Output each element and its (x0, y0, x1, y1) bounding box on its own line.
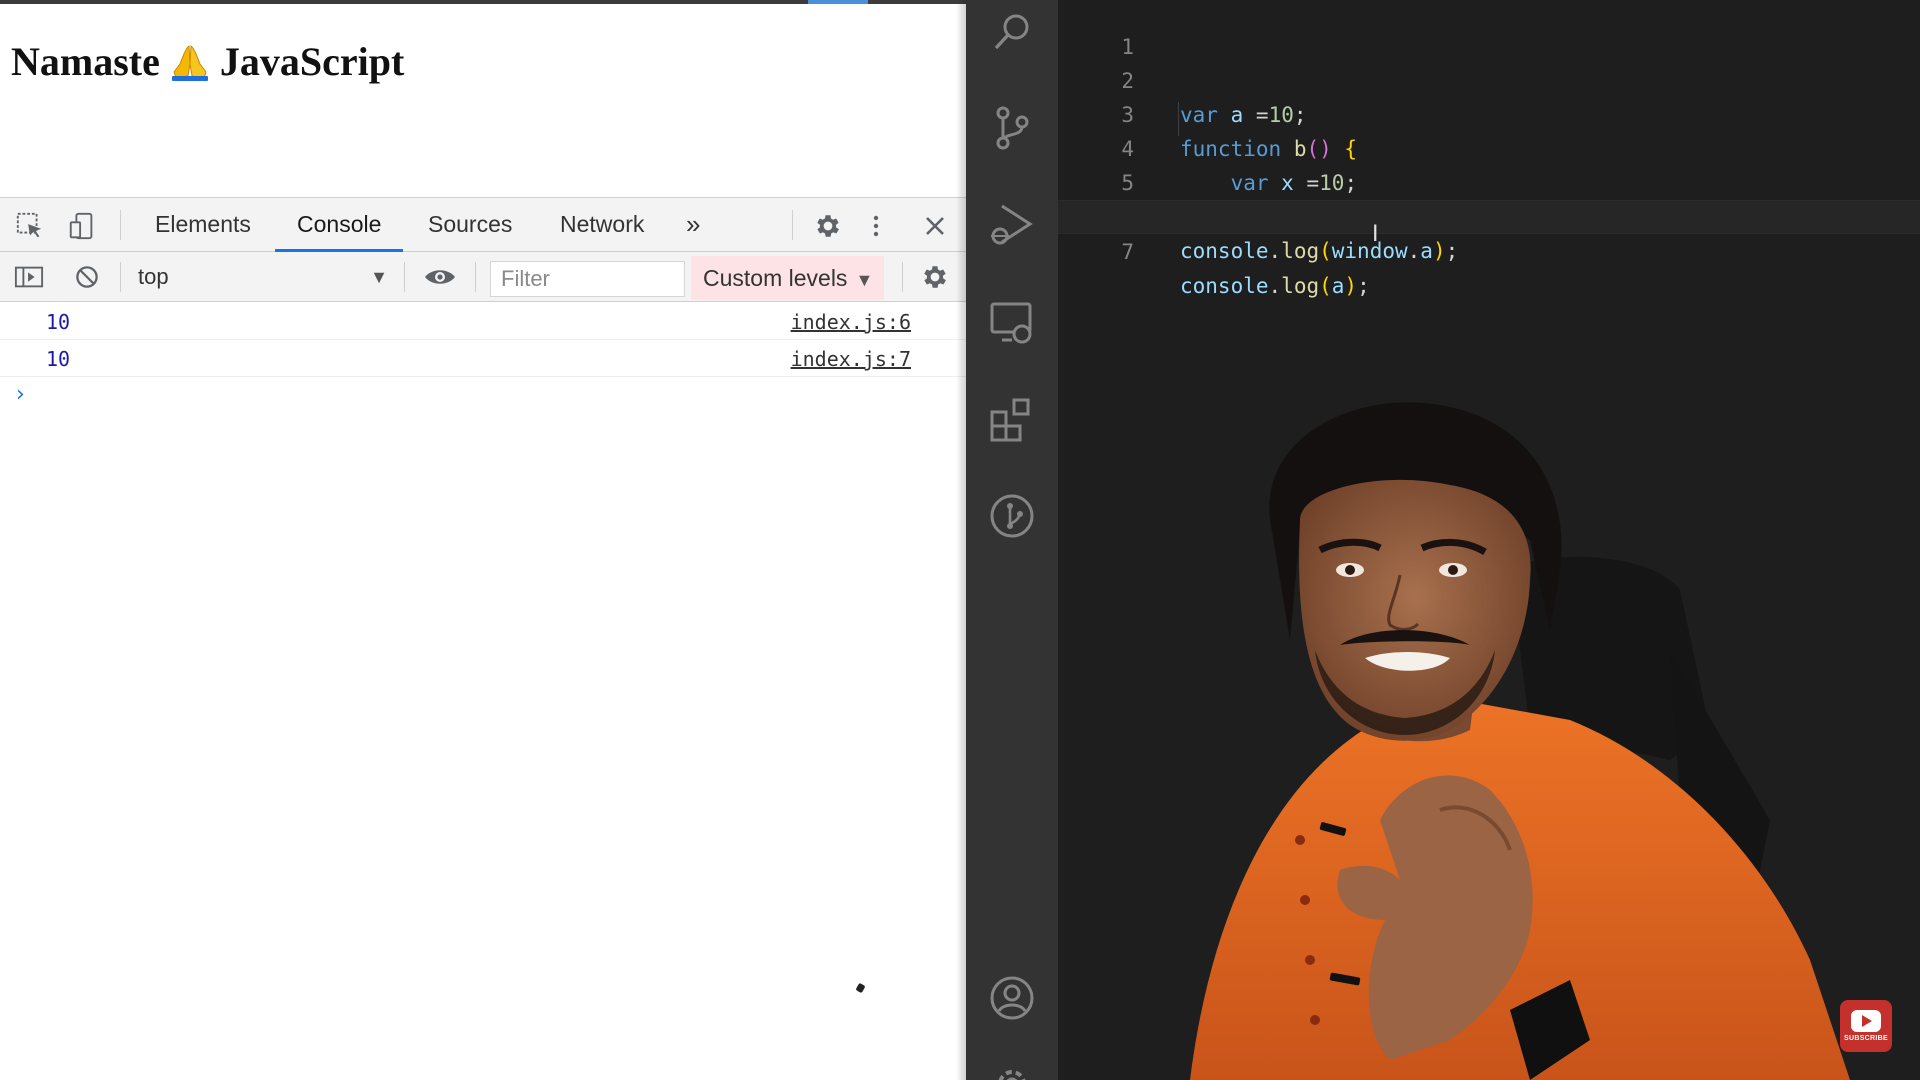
account-icon[interactable] (984, 970, 1040, 1026)
toolbar-divider (120, 262, 121, 292)
run-debug-icon[interactable] (984, 196, 1040, 252)
more-tabs-button[interactable]: » (664, 198, 722, 251)
code-line-4: 4 var x =10; (1058, 98, 1920, 195)
code-text: console.log(a); (1180, 274, 1370, 298)
console-message-source-link[interactable]: index.js:6 (791, 310, 911, 334)
browser-window: Namaste JavaScript Elements Console Sour… (0, 0, 966, 1080)
code-line-1: 1 (1058, 0, 1920, 59)
page-title-word-2: JavaScript (219, 39, 405, 85)
toolbar-divider (475, 262, 476, 292)
code-text: console.log(window.a); (1180, 239, 1459, 263)
device-toolbar-icon[interactable] (66, 210, 98, 242)
line-number: 7 (1121, 240, 1134, 264)
live-expression-eye-icon[interactable] (420, 260, 460, 294)
gitlens-icon[interactable] (984, 488, 1040, 544)
code-line-5: 5 } (1058, 132, 1920, 229)
presenter-webcam-image (1190, 402, 1850, 1080)
console-message-value: 10 (46, 347, 71, 371)
sidebar-toggle-icon[interactable] (12, 260, 46, 294)
console-settings-gear-icon[interactable] (918, 260, 952, 294)
caret-down-icon: ▼ (855, 270, 874, 290)
close-devtools-icon[interactable] (920, 211, 950, 241)
browser-tab-indicator (808, 0, 868, 4)
remote-explorer-icon[interactable] (984, 294, 1040, 350)
kebab-menu-icon[interactable] (866, 209, 886, 243)
screen: Namaste JavaScript Elements Console Sour… (0, 0, 1920, 1080)
tab-network[interactable]: Network (538, 198, 666, 251)
youtube-play-icon (1851, 1010, 1881, 1032)
code-line-7: 7 console.log(a); (1058, 200, 1920, 298)
javascript-context-select[interactable]: top ▼ (122, 260, 394, 294)
toolbar-divider (902, 262, 903, 292)
console-message-source-link[interactable]: index.js:7 (791, 347, 911, 371)
window-edge-shadow (956, 0, 966, 1080)
console-message: 10 index.js:7 (0, 340, 966, 377)
tab-console[interactable]: Console (275, 198, 404, 252)
clear-console-icon[interactable] (70, 260, 104, 294)
console-toolbar: top ▼ Custom levels ▼ (0, 252, 966, 302)
log-levels-label: Custom levels (703, 265, 848, 291)
prompt-chevron-icon: › (16, 382, 25, 407)
indent-guide (1178, 102, 1179, 136)
settings-gear-icon[interactable] (811, 209, 845, 243)
caret-down-icon: ▼ (370, 267, 388, 287)
search-icon[interactable] (984, 4, 1040, 60)
code-line-3: 3 function b() { (1058, 64, 1920, 161)
console-message-value: 10 (46, 310, 71, 334)
code-line-2: 2 var a =10; (1058, 30, 1920, 127)
code-line-6: 6 console.log(window.a); (1058, 166, 1920, 263)
tab-elements[interactable]: Elements (133, 198, 273, 251)
youtube-subscribe-button[interactable]: SUBSCRIBE (1840, 1000, 1892, 1052)
context-select-value: top (138, 264, 169, 289)
console-message: 10 index.js:6 (0, 303, 966, 340)
page-title-word-1: Namaste (11, 39, 160, 85)
tab-sources[interactable]: Sources (406, 198, 534, 251)
log-levels-dropdown[interactable]: Custom levels ▼ (691, 256, 884, 300)
manage-icon[interactable] (984, 1056, 1040, 1080)
console-output: 10 index.js:6 10 index.js:7 › (0, 303, 966, 415)
extensions-icon[interactable] (984, 392, 1040, 448)
devtools-panel: Elements Console Sources Network » top ▼… (0, 197, 966, 1080)
console-prompt[interactable]: › (0, 377, 966, 415)
source-control-icon[interactable] (984, 100, 1040, 156)
text-cursor-icon: I (1372, 222, 1379, 247)
page-title: Namaste JavaScript (11, 34, 404, 85)
tab-bar-divider (120, 210, 121, 240)
activity-bar (966, 0, 1058, 1080)
subscribe-label: SUBSCRIBE (1844, 1035, 1888, 1042)
inspect-element-icon[interactable] (14, 210, 46, 242)
browser-top-bar (0, 0, 966, 4)
praying-hands-icon (168, 42, 212, 82)
tab-bar-divider (792, 210, 793, 240)
console-filter-input[interactable] (490, 261, 685, 297)
devtools-tab-bar: Elements Console Sources Network » (0, 197, 966, 252)
toolbar-divider (404, 262, 405, 292)
